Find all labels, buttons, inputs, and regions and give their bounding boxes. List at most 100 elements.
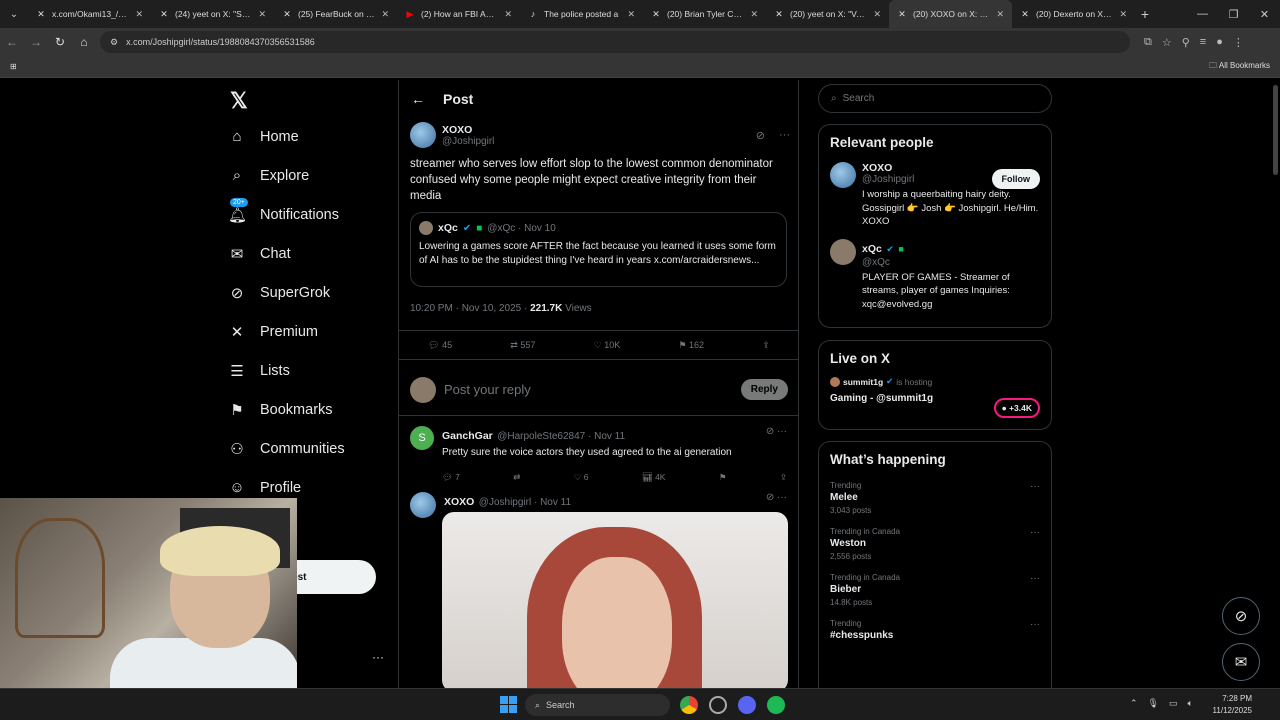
repost-icon[interactable]: ⇄ — [513, 472, 520, 483]
reply-button[interactable]: Reply — [740, 379, 788, 400]
like-action[interactable]: ♡ 10K — [594, 340, 621, 351]
apps-icon[interactable]: ⊞ — [10, 62, 17, 71]
reply-action[interactable]: 💬︎ 7 — [442, 472, 460, 483]
reply-action[interactable]: 💬︎ 45 — [428, 340, 452, 351]
grok-icon[interactable]: ⊘ — [756, 129, 765, 142]
repost-action[interactable]: ⇄ 557 — [510, 340, 535, 351]
nav-communities[interactable]: ⚇ Communities — [228, 440, 344, 458]
reply-author[interactable]: XOXO — [444, 496, 474, 508]
messages-fab-icon[interactable]: ✉ — [1222, 643, 1260, 681]
nav-chat[interactable]: ✉ Chat — [228, 245, 291, 263]
close-tab-icon[interactable]: ✕ — [873, 9, 881, 20]
browser-tab[interactable]: ✕ (20) Brian Tyler Cohe ✕ — [643, 0, 766, 28]
close-tab-icon[interactable]: ✕ — [258, 9, 266, 20]
trend-item[interactable]: Trending in Canada Bieber 14.8K posts ··… — [830, 573, 1040, 607]
avatar[interactable] — [410, 122, 436, 148]
tab-search-icon[interactable]: ⌄ — [0, 0, 28, 28]
back-icon[interactable]: ← — [0, 35, 24, 49]
views-action[interactable]: 📊︎ 4K — [642, 472, 666, 483]
forward-icon[interactable]: → — [24, 35, 48, 49]
reply-post[interactable]: S GanchGar @HarpoleSte62847 · Nov 11 Pre… — [399, 418, 799, 491]
nav-profile[interactable]: ☺ Profile — [228, 479, 301, 496]
person-name[interactable]: xQc — [862, 243, 882, 255]
share-icon[interactable]: ⇪ — [780, 472, 787, 483]
avatar[interactable] — [410, 492, 436, 518]
chevron-up-icon[interactable]: ⌃ — [1130, 698, 1138, 709]
bookmark-action[interactable]: ⚑ 162 — [678, 340, 704, 351]
volume-icon[interactable]: 🔈︎ — [1188, 698, 1193, 709]
discord-icon[interactable] — [738, 696, 756, 714]
star-icon[interactable]: ☆ — [1162, 36, 1172, 49]
nav-notifications[interactable]: 🔔︎ 20+ Notifications — [228, 198, 339, 224]
more-icon[interactable]: ··· — [1030, 481, 1040, 492]
new-tab-button[interactable]: + — [1135, 6, 1155, 22]
extensions-icon[interactable]: ⚲ — [1182, 36, 1190, 49]
quote-card[interactable]: xQc ✔ ■ @xQc · Nov 10 Lowering a games s… — [410, 212, 787, 287]
maximize-icon[interactable]: ❐ — [1218, 8, 1249, 21]
chrome-icon[interactable] — [680, 696, 698, 714]
browser-tab[interactable]: ✕ (20) yeet on X: "Valky ✕ — [766, 0, 889, 28]
nav-home[interactable]: ⌂ Home — [228, 128, 298, 145]
bookmark-icon[interactable]: ⚑ — [719, 472, 727, 483]
nav-lists[interactable]: ☰ Lists — [228, 362, 290, 380]
url-bar[interactable]: ⚙ x.com/Joshipgirl/status/19880843703565… — [100, 31, 1130, 53]
nav-bookmarks[interactable]: ⚑ Bookmarks — [228, 401, 332, 419]
close-tab-icon[interactable]: ✕ — [750, 9, 758, 20]
trend-item[interactable]: Trending Melee 3,043 posts ··· — [830, 481, 1040, 515]
author-handle[interactable]: @Joshipgirl — [442, 136, 494, 147]
minimize-icon[interactable]: — — [1187, 8, 1218, 20]
close-tab-icon[interactable]: ✕ — [381, 9, 389, 20]
more-icon[interactable]: ⊘ ··· — [766, 492, 787, 503]
more-icon[interactable]: ··· — [1030, 573, 1040, 584]
close-tab-icon[interactable]: ✕ — [1119, 9, 1127, 20]
media-icon[interactable]: ≡ — [1200, 36, 1206, 49]
close-window-icon[interactable]: ✕ — [1249, 8, 1280, 21]
reload-icon[interactable]: ↻ — [48, 35, 72, 49]
close-tab-icon[interactable]: ✕ — [996, 9, 1004, 20]
live-count-badge[interactable]: ● +3.4K — [993, 398, 1040, 418]
browser-tab[interactable]: ✕ (25) FearBuck on X: "I ✕ — [274, 0, 397, 28]
nav-supergrok[interactable]: ⊘ SuperGrok — [228, 284, 330, 302]
trend-item[interactable]: Trending in Canada Weston 2,556 posts ··… — [830, 527, 1040, 561]
like-action[interactable]: ♡ 6 — [574, 472, 589, 483]
more-icon[interactable]: ··· — [779, 129, 790, 141]
browser-tab[interactable]: ✕ (20) Dexerto on X: "A ✕ — [1012, 0, 1135, 28]
browser-tab-active[interactable]: ✕ (20) XOXO on X: "stre ✕ — [889, 0, 1012, 28]
mic-icon[interactable]: 🎙︎ — [1148, 698, 1159, 709]
more-icon[interactable]: ··· — [1030, 619, 1040, 630]
home-icon[interactable]: ⌂ — [72, 35, 96, 49]
more-icon[interactable]: ··· — [1030, 527, 1040, 538]
more-icon[interactable]: ··· — [372, 650, 384, 664]
app-icon[interactable] — [709, 696, 727, 714]
post-image[interactable] — [442, 512, 788, 688]
windows-start-icon[interactable] — [500, 696, 517, 713]
nav-explore[interactable]: ⌕ Explore — [228, 167, 309, 184]
grok-fab-icon[interactable]: ⊘ — [1222, 597, 1260, 635]
scrollbar[interactable] — [1273, 85, 1278, 175]
browser-tab[interactable]: ✕ (24) yeet on X: "Sneak ✕ — [151, 0, 274, 28]
all-bookmarks[interactable]: 🗀 All Bookmarks — [1209, 60, 1270, 74]
share-icon[interactable]: ⇪ — [762, 340, 770, 351]
browser-tab[interactable]: ✕ x.com/Okami13_/stat ✕ — [28, 0, 151, 28]
menu-icon[interactable]: ⋮ — [1233, 36, 1244, 49]
avatar[interactable] — [830, 162, 856, 188]
reply-input[interactable]: Post your reply — [444, 382, 531, 397]
browser-tab[interactable]: ▶ (2) How an FBI Agent ✕ — [397, 0, 520, 28]
reply-author[interactable]: GanchGar — [442, 430, 493, 442]
more-icon[interactable]: ⊘ ··· — [766, 426, 787, 437]
network-icon[interactable]: ▭ — [1169, 698, 1178, 709]
site-info-icon[interactable]: ⚙ — [110, 37, 118, 48]
back-arrow-icon[interactable]: ← — [411, 91, 425, 107]
profile-avatar[interactable]: ● — [1216, 36, 1223, 49]
follow-button[interactable]: Follow — [991, 169, 1040, 189]
close-tab-icon[interactable]: ✕ — [627, 9, 635, 20]
close-tab-icon[interactable]: ✕ — [135, 9, 143, 20]
avatar[interactable] — [830, 238, 856, 265]
install-icon[interactable]: ⧉ — [1144, 36, 1152, 49]
live-host-row[interactable]: summit1g ✔ is hosting — [830, 376, 1040, 387]
close-tab-icon[interactable]: ✕ — [504, 9, 512, 20]
trend-item[interactable]: Trending #chesspunks ··· — [830, 619, 1040, 641]
x-logo-icon[interactable]: 𝕏 — [230, 88, 248, 114]
taskbar-clock[interactable]: 7:28 PM 11/12/2025 — [1213, 693, 1252, 717]
taskbar-search[interactable]: ⌕ Search — [525, 694, 670, 716]
